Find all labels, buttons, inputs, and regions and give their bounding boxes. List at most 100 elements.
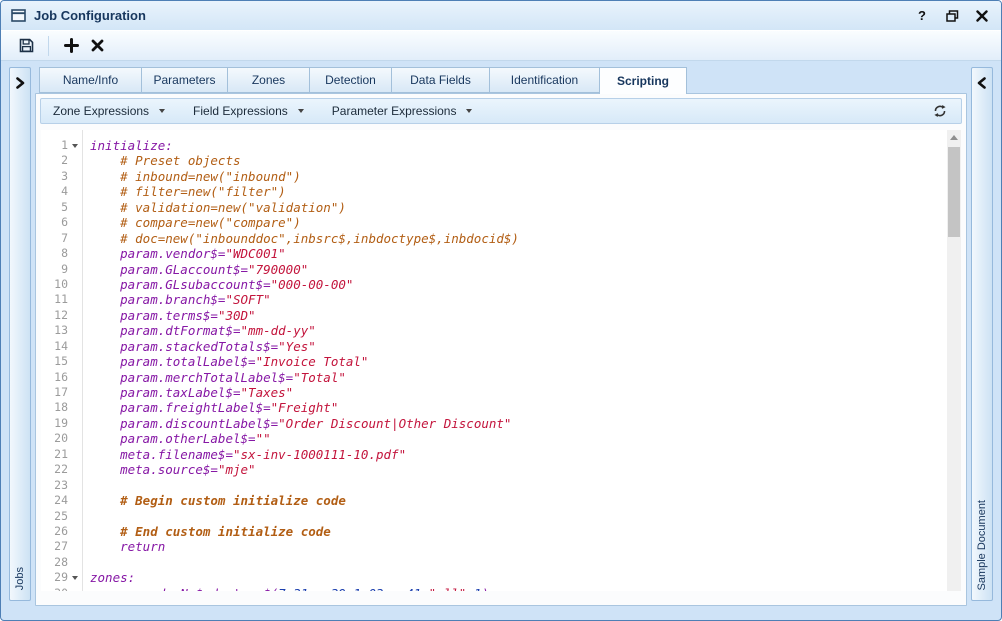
line-number: 14 xyxy=(41,339,68,354)
jobs-panel-collapsed[interactable]: Jobs xyxy=(9,67,31,601)
code-line[interactable]: 10 param.GLsubaccount$="000-00-00" xyxy=(41,277,947,292)
code-line[interactable]: 17 param.taxLabel$="Taxes" xyxy=(41,385,947,400)
help-icon[interactable]: ? xyxy=(913,7,931,25)
code-line[interactable]: 22 meta.source$="mje" xyxy=(41,462,947,477)
titlebar-controls: ? xyxy=(913,7,991,25)
titlebar[interactable]: Job Configuration ? xyxy=(1,1,1001,30)
code-text: param.dtFormat$="mm-dd-yy" xyxy=(82,323,316,338)
code-text: # validation=new("validation") xyxy=(82,200,346,215)
restore-icon[interactable] xyxy=(943,7,961,25)
code-line[interactable]: 13 param.dtFormat$="mm-dd-yy" xyxy=(41,323,947,338)
tab-scripting[interactable]: Scripting xyxy=(599,67,687,94)
save-button[interactable] xyxy=(13,34,39,58)
line-number: 4 xyxy=(41,184,68,199)
sample-document-panel-collapsed[interactable]: Sample Document xyxy=(971,67,993,601)
fold-column xyxy=(68,555,82,570)
tab-zones[interactable]: Zones xyxy=(227,67,309,93)
tab-name-info[interactable]: Name/Info xyxy=(39,67,141,93)
scroll-up-icon[interactable] xyxy=(950,135,958,140)
code-line[interactable]: 16 param.merchTotalLabel$="Total" xyxy=(41,370,947,385)
fold-column xyxy=(68,354,82,369)
fold-column xyxy=(68,215,82,230)
code-text: # Begin custom initialize code xyxy=(82,493,346,508)
field-expressions-dropdown[interactable]: Field Expressions xyxy=(193,104,304,118)
fold-column xyxy=(68,431,82,446)
fold-column xyxy=(68,169,82,184)
code-text: param.terms$="30D" xyxy=(82,308,256,323)
code-text: # compare=new("compare") xyxy=(82,215,301,230)
parameter-expressions-dropdown[interactable]: Parameter Expressions xyxy=(332,104,473,118)
code-line[interactable]: 30 zone docNo$=doc'ocr$(7.31, .39,1.03, … xyxy=(41,586,947,591)
zone-expressions-dropdown[interactable]: Zone Expressions xyxy=(53,104,165,118)
fold-marker-icon[interactable] xyxy=(68,138,82,153)
code-line[interactable]: 26 # End custom initialize code xyxy=(41,524,947,539)
code-text xyxy=(82,509,90,524)
scrollbar-thumb[interactable] xyxy=(948,147,960,237)
code-line[interactable]: 24 # Begin custom initialize code xyxy=(41,493,947,508)
code-text: param.GLaccount$="790000" xyxy=(82,262,308,277)
fold-column xyxy=(68,385,82,400)
code-line[interactable]: 28 xyxy=(41,555,947,570)
code-line[interactable]: 27 return xyxy=(41,539,947,554)
code-text: meta.filename$="sx-inv-1000111-10.pdf" xyxy=(82,447,406,462)
tab-parameters[interactable]: Parameters xyxy=(141,67,227,93)
code-line[interactable]: 14 param.stackedTotals$="Yes" xyxy=(41,339,947,354)
code-line[interactable]: 15 param.totalLabel$="Invoice Total" xyxy=(41,354,947,369)
code-lines: 1initialize:2 # Preset objects3 # inboun… xyxy=(41,138,947,591)
code-text: # inbound=new("inbound") xyxy=(82,169,301,184)
code-line[interactable]: 6 # compare=new("compare") xyxy=(41,215,947,230)
fold-column xyxy=(68,339,82,354)
line-number: 23 xyxy=(41,478,68,493)
code-line[interactable]: 7 # doc=new("inbounddoc",inbsrc$,inbdoct… xyxy=(41,231,947,246)
code-text: param.branch$="SOFT" xyxy=(82,292,271,307)
code-text: param.otherLabel$="" xyxy=(82,431,271,446)
line-number: 18 xyxy=(41,400,68,415)
code-line[interactable]: 25 xyxy=(41,509,947,524)
code-line[interactable]: 20 param.otherLabel$="" xyxy=(41,431,947,446)
delete-button[interactable] xyxy=(84,34,110,58)
sample-document-panel-label: Sample Document xyxy=(976,500,988,591)
code-line[interactable]: 4 # filter=new("filter") xyxy=(41,184,947,199)
code-line[interactable]: 8 param.vendor$="WDC001" xyxy=(41,246,947,261)
code-text: param.vendor$="WDC001" xyxy=(82,246,286,261)
editor-scrollbar[interactable] xyxy=(947,130,961,591)
code-line[interactable]: 29zones: xyxy=(41,570,947,585)
fold-marker-icon[interactable] xyxy=(68,570,82,585)
refresh-icon[interactable] xyxy=(933,104,949,118)
code-line[interactable]: 1initialize: xyxy=(41,138,947,153)
code-line[interactable]: 18 param.freightLabel$="Freight" xyxy=(41,400,947,415)
code-line[interactable]: 23 xyxy=(41,478,947,493)
code-text xyxy=(82,478,90,493)
line-number: 22 xyxy=(41,462,68,477)
close-icon[interactable] xyxy=(973,7,991,25)
code-line[interactable]: 5 # validation=new("validation") xyxy=(41,200,947,215)
code-line[interactable]: 21 meta.filename$="sx-inv-1000111-10.pdf… xyxy=(41,447,947,462)
line-number: 2 xyxy=(41,153,68,168)
code-text: # End custom initialize code xyxy=(82,524,331,539)
tab-detection[interactable]: Detection xyxy=(309,67,391,93)
chevron-left-icon[interactable] xyxy=(977,77,987,89)
fold-column xyxy=(68,416,82,431)
tab-identification[interactable]: Identification xyxy=(489,67,599,93)
code-line[interactable]: 19 param.discountLabel$="Order Discount|… xyxy=(41,416,947,431)
tab-data-fields[interactable]: Data Fields xyxy=(391,67,489,93)
fold-column xyxy=(68,323,82,338)
code-line[interactable]: 3 # inbound=new("inbound") xyxy=(41,169,947,184)
fold-column xyxy=(68,586,82,591)
dropdown-label: Field Expressions xyxy=(193,104,288,118)
code-text xyxy=(82,555,90,570)
code-line[interactable]: 9 param.GLaccount$="790000" xyxy=(41,262,947,277)
code-text: # filter=new("filter") xyxy=(82,184,286,199)
fold-column xyxy=(68,400,82,415)
code-text: param.discountLabel$="Order Discount|Oth… xyxy=(82,416,511,431)
line-number: 13 xyxy=(41,323,68,338)
code-text: # doc=new("inbounddoc",inbsrc$,inbdoctyp… xyxy=(82,231,519,246)
code-line[interactable]: 11 param.branch$="SOFT" xyxy=(41,292,947,307)
fold-column xyxy=(68,509,82,524)
chevron-right-icon[interactable] xyxy=(15,77,25,89)
line-number: 9 xyxy=(41,262,68,277)
add-button[interactable] xyxy=(58,34,84,58)
code-line[interactable]: 12 param.terms$="30D" xyxy=(41,308,947,323)
code-line[interactable]: 2 # Preset objects xyxy=(41,153,947,168)
script-editor[interactable]: 1initialize:2 # Preset objects3 # inboun… xyxy=(41,130,961,591)
